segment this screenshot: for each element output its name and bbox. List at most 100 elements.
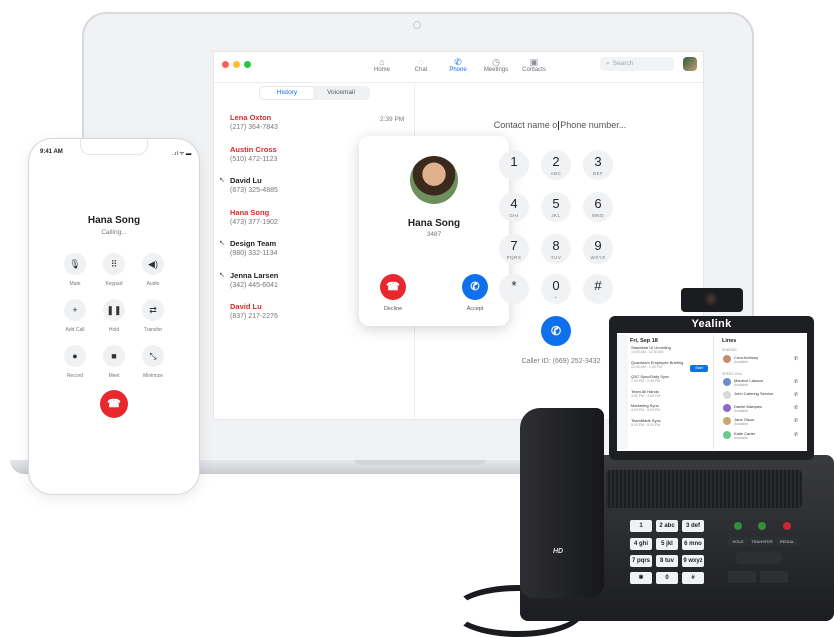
- function-key-redial[interactable]: REDIAL: [776, 537, 798, 546]
- function-key-transfer[interactable]: TRANSFER: [751, 537, 773, 546]
- minimize-button[interactable]: ⤡: [142, 345, 164, 367]
- desk-key[interactable]: 1: [630, 520, 652, 532]
- dial-key-1[interactable]: 1: [499, 150, 529, 180]
- desk-key[interactable]: 0: [656, 572, 678, 584]
- accept-button[interactable]: ✆: [462, 274, 488, 300]
- outgoing-call-icon: ↖: [219, 271, 225, 279]
- line-avatar: [723, 417, 731, 425]
- mute-button[interactable]: 🎙: [64, 253, 86, 275]
- desk-key[interactable]: ✱: [630, 572, 652, 584]
- decline-button[interactable]: ☎: [380, 274, 406, 300]
- dial-key-9[interactable]: 9 WXYZ: [583, 234, 613, 264]
- dial-key-4[interactable]: 4 GHI: [499, 192, 529, 222]
- desk-key[interactable]: 6 mno: [682, 538, 704, 550]
- hold-label: Hold: [108, 327, 120, 333]
- record-button[interactable]: ●: [64, 345, 86, 367]
- keypad-button[interactable]: ⠿: [103, 253, 125, 275]
- line-call-icon[interactable]: ✆: [794, 379, 798, 385]
- handset[interactable]: [520, 408, 604, 598]
- line-call-icon[interactable]: ✆: [794, 418, 798, 424]
- window-zoom-button[interactable]: [244, 61, 251, 68]
- line-entry[interactable]: Daniel Marquez Available: [734, 404, 789, 413]
- nav-chat[interactable]: ◌ Chat: [401, 57, 441, 73]
- avatar[interactable]: [683, 57, 697, 71]
- hangup-icon: ☎: [386, 281, 400, 293]
- window-close-button[interactable]: [222, 61, 229, 68]
- desk-key[interactable]: 7 pqrs: [630, 555, 652, 567]
- key-letters: DEF: [592, 171, 604, 176]
- line-call-icon[interactable]: ✆: [794, 432, 798, 438]
- hangup-icon: ☎: [107, 398, 121, 410]
- line-call-icon[interactable]: ✆: [794, 405, 798, 411]
- pause-icon: ❚❚: [106, 305, 122, 315]
- nav-home[interactable]: ⌂ Home: [362, 57, 402, 73]
- dial-key-6[interactable]: 6 MNO: [583, 192, 613, 222]
- desk-key[interactable]: 3 def: [682, 520, 704, 532]
- desk-led-button[interactable]: [758, 522, 766, 530]
- search-placeholder: Search: [612, 60, 634, 67]
- tab-voicemail[interactable]: Voicemail: [314, 87, 368, 99]
- dial-key-8[interactable]: 8 TUV: [541, 234, 571, 264]
- caller-photo: [410, 156, 458, 204]
- line-call-icon[interactable]: ✆: [794, 392, 798, 398]
- desk-key[interactable]: 4 ghi: [630, 538, 652, 550]
- list-item[interactable]: Lena Oxton (217) 364-7843: [230, 113, 390, 131]
- desk-key[interactable]: 5 jkl: [656, 538, 678, 550]
- hold-button[interactable]: ❚❚: [103, 299, 125, 321]
- audio-button[interactable]: ◀): [142, 253, 164, 275]
- record-icon: ●: [72, 351, 78, 361]
- line-avatar: [723, 391, 731, 399]
- dial-input[interactable]: Contact name o Phone number...: [480, 120, 640, 131]
- calendar-event[interactable]: Marketing Sync 4:00 PM - 5:00 PM: [631, 403, 709, 412]
- line-entry[interactable]: Maurice Lawson Available: [734, 378, 789, 387]
- calendar-event[interactable]: Quantoom Employee Briefing 12:00 AM - 1:0…: [631, 360, 709, 369]
- end-call-button[interactable]: ☎: [100, 390, 128, 418]
- window-minimize-button[interactable]: [233, 61, 240, 68]
- calendar-event[interactable]: Team All Hands 3:00 PM - 4:00 PM: [631, 389, 709, 398]
- dial-key-3[interactable]: 3 DEF: [583, 150, 613, 180]
- desk-led-button[interactable]: [783, 522, 791, 530]
- transfer-button[interactable]: ⇄: [142, 299, 164, 321]
- desk-led-button[interactable]: [734, 522, 742, 530]
- line-avatar: [723, 404, 731, 412]
- phone-notch: [80, 139, 148, 155]
- call-button[interactable]: ✆: [541, 316, 571, 346]
- dial-key-2[interactable]: 2 ABC: [541, 150, 571, 180]
- search-field[interactable]: ⌕ Search: [600, 57, 674, 71]
- nav-cluster[interactable]: [735, 552, 783, 564]
- dial-key-hash[interactable]: #: [583, 274, 613, 304]
- hd-mark: HD: [553, 548, 564, 555]
- event-time: 4:00 PM - 5:00 PM: [631, 408, 661, 412]
- volume-key-up[interactable]: [760, 571, 788, 583]
- dial-key-star[interactable]: *: [499, 274, 529, 304]
- nav-contacts[interactable]: ▣ Contacts: [514, 57, 554, 73]
- dial-key-7[interactable]: 7 PQRS: [499, 234, 529, 264]
- calendar-event[interactable]: Q3C Sync/Daily Sync 1:00 PM - 2:00 PM: [631, 374, 709, 383]
- dial-key-0[interactable]: 0 +: [541, 274, 571, 304]
- desk-key[interactable]: 8 tuv: [656, 555, 678, 567]
- dial-key-5[interactable]: 5 JKL: [541, 192, 571, 222]
- line-entry[interactable]: Cora Anthony Available: [734, 355, 789, 364]
- nav-phone[interactable]: ✆ Phone: [438, 57, 478, 73]
- tab-history[interactable]: History: [260, 87, 314, 99]
- calendar-event[interactable]: Standstar UI Unveiling 10:00 AM - 11:30 A…: [631, 345, 709, 354]
- key-letters: JKL: [551, 213, 561, 218]
- nav-label: Contacts: [522, 67, 546, 73]
- home-icon: ⌂: [379, 57, 385, 67]
- nav-meetings[interactable]: ◷ Meetings: [476, 57, 516, 73]
- line-entry[interactable]: Jane Olson Available: [734, 417, 789, 426]
- laptop-notch: [355, 460, 485, 465]
- line-entry[interactable]: Katie Carter Available: [734, 431, 789, 440]
- function-key-hold[interactable]: HOLD: [727, 537, 749, 546]
- desk-key[interactable]: 2 abc: [656, 520, 678, 532]
- desk-key[interactable]: #: [682, 572, 704, 584]
- line-call-icon[interactable]: ✆: [794, 356, 798, 362]
- calendar-event[interactable]: TeamMade Sync 5:00 PM - 6:00 PM: [631, 418, 709, 427]
- add-call-button[interactable]: +: [64, 299, 86, 321]
- transfer-label: Transfer: [143, 327, 163, 333]
- volume-key-down[interactable]: [728, 571, 756, 583]
- line-entry[interactable]: John Catering Service: [734, 391, 789, 396]
- meet-button[interactable]: ■: [103, 345, 125, 367]
- desk-key[interactable]: 9 wxyz: [682, 555, 704, 567]
- keypad-label: Keypad: [105, 281, 123, 287]
